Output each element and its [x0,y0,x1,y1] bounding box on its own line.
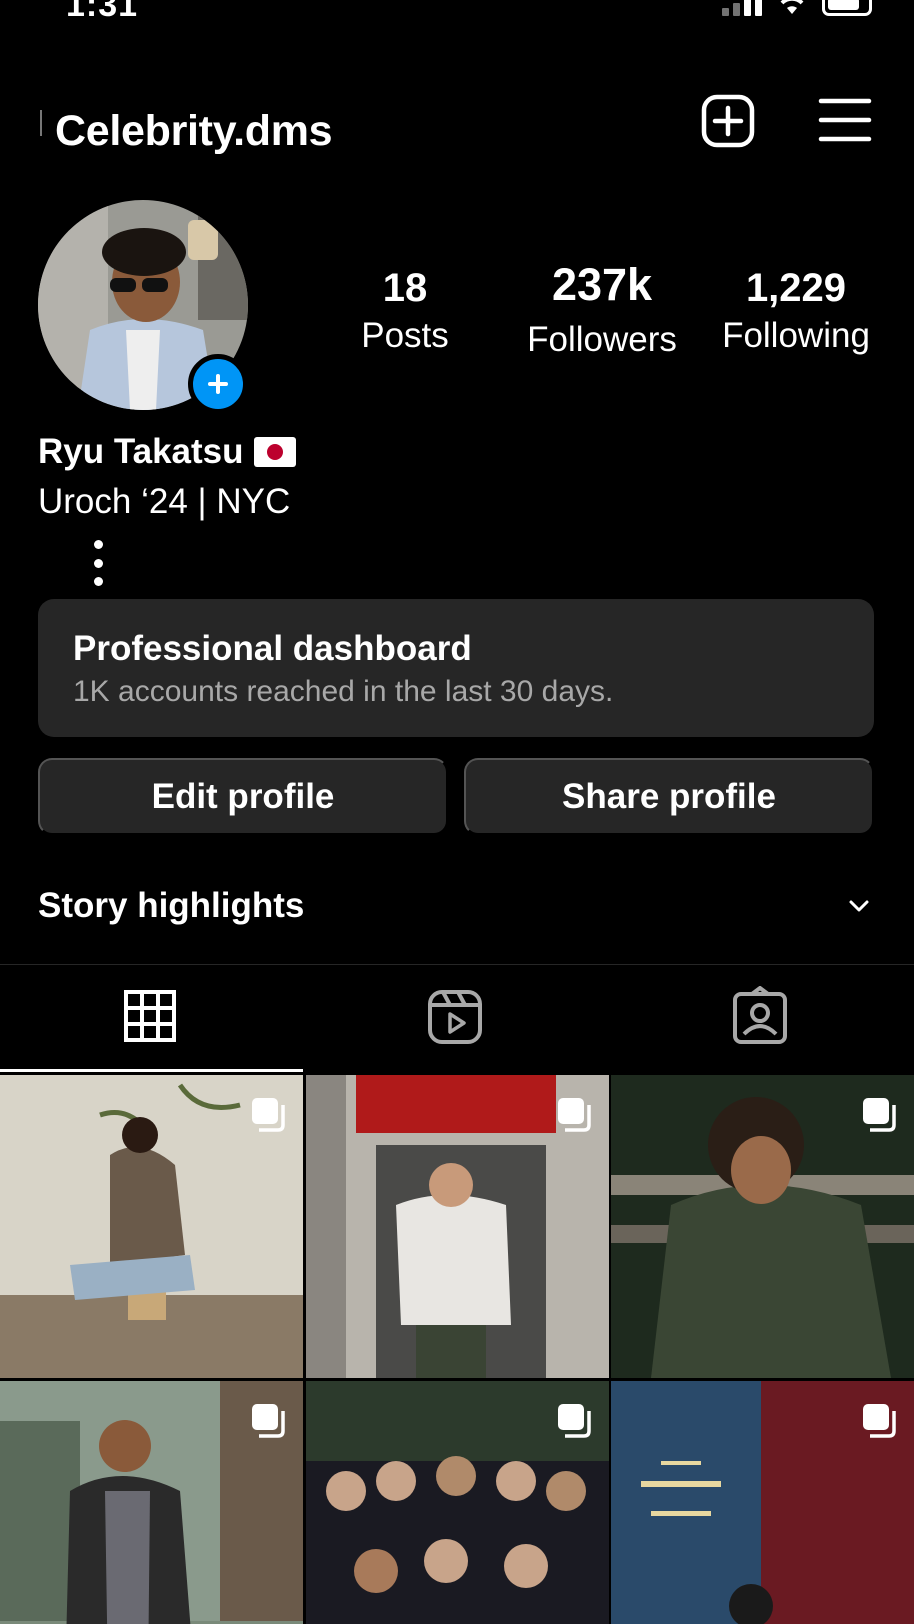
posts-count[interactable]: 18 Posts [340,268,470,353]
post-thumbnail[interactable] [0,1075,303,1378]
professional-dashboard-card[interactable]: Professional dashboard 1K accounts reach… [38,599,874,737]
chevron-down-icon[interactable] [848,898,870,914]
followers-count[interactable]: 237k Followers [512,262,692,357]
story-highlights-title[interactable]: Story highlights [38,886,304,926]
post-thumbnail[interactable] [611,1075,914,1378]
create-post-icon[interactable] [700,93,756,149]
dashboard-title: Professional dashboard [73,629,472,668]
tagged-icon[interactable] [730,986,790,1046]
multiple-posts-icon [863,1404,896,1438]
posts-grid [0,1075,914,1624]
tab-divider [0,964,914,965]
followers-value: 237k [551,259,653,310]
multiple-posts-icon [252,1098,285,1132]
text-cursor [40,110,42,136]
signal-icon [722,0,762,16]
add-story-button[interactable] [188,354,248,414]
multiple-posts-icon [557,1404,591,1438]
following-count[interactable]: 1,229 Following [706,268,886,353]
post-thumbnail[interactable] [305,1075,609,1378]
wifi-icon [780,0,804,14]
reels-icon[interactable] [425,986,485,1046]
following-value: 1,229 [745,266,847,310]
status-time: 1:31 [66,0,139,24]
status-icons [722,0,872,16]
grid-icon[interactable] [121,986,181,1046]
profile-username[interactable]: Celebrity.dms [55,107,333,156]
battery-icon [822,0,872,16]
dashboard-subtitle: 1K accounts reached in the last 30 days. [73,675,614,708]
japan-flag-icon [253,437,296,467]
display-name: Ryu Takatsu [38,432,296,472]
following-label: Following [722,316,870,355]
display-name-text: Ryu Takatsu [38,432,244,471]
profile-screen: 1:31 Celebrity.dms 18 Posts 237k Followe… [0,0,914,1624]
bio-text: Uroch ‘24 | NYC [38,482,291,521]
post-thumbnail[interactable] [611,1381,914,1624]
posts-value: 18 [382,266,428,310]
status-bar: 1:31 [0,0,914,24]
hamburger-menu-icon[interactable] [818,96,872,144]
selected-tab-indicator [0,1069,303,1072]
post-thumbnail[interactable] [305,1381,609,1624]
post-thumbnail[interactable] [0,1381,303,1624]
followers-label: Followers [527,320,677,359]
edit-profile-button[interactable]: Edit profile [38,758,448,835]
more-options-icon[interactable] [88,540,108,586]
share-profile-button[interactable]: Share profile [464,758,874,835]
posts-label: Posts [361,316,449,355]
multiple-posts-icon [557,1098,591,1132]
multiple-posts-icon [252,1404,285,1438]
multiple-posts-icon [863,1098,896,1132]
